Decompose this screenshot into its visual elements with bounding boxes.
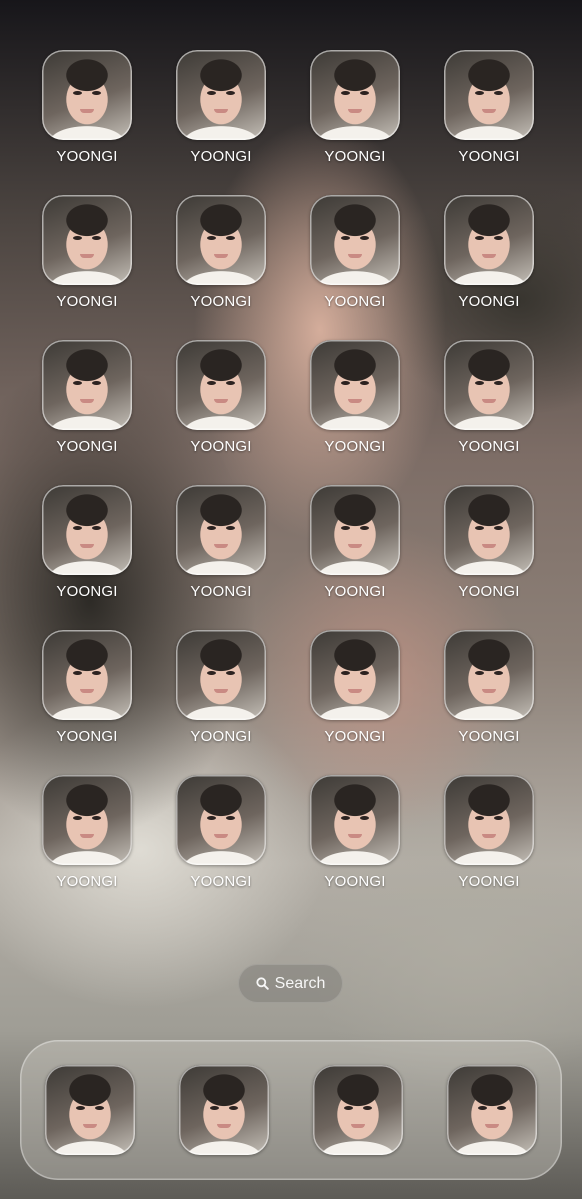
search-button[interactable]: Search [238, 964, 343, 1003]
app-label: YOONGI [458, 728, 520, 745]
app-yoongi-11[interactable]: YOONGI [288, 340, 422, 485]
app-yoongi-13[interactable]: YOONGI [20, 485, 154, 630]
magnifier-icon [256, 977, 269, 990]
yoongi-photo-icon[interactable] [310, 50, 400, 140]
yoongi-photo-icon[interactable] [176, 50, 266, 140]
app-yoongi-2[interactable]: YOONGI [154, 50, 288, 195]
yoongi-photo-icon[interactable] [444, 340, 534, 430]
yoongi-photo-icon[interactable] [444, 195, 534, 285]
app-yoongi-20[interactable]: YOONGI [422, 630, 556, 775]
yoongi-photo-icon[interactable] [176, 485, 266, 575]
app-label: YOONGI [190, 438, 252, 455]
yoongi-photo-icon[interactable] [176, 775, 266, 865]
yoongi-photo-icon[interactable] [179, 1065, 269, 1155]
app-label: YOONGI [56, 873, 118, 890]
app-label: YOONGI [190, 293, 252, 310]
home-screen: YOONGI YOONGI YOONGI YOONGI YOONGI YOONG… [0, 0, 582, 1199]
app-label: YOONGI [56, 583, 118, 600]
yoongi-photo-icon[interactable] [310, 195, 400, 285]
app-label: YOONGI [458, 293, 520, 310]
app-yoongi-24[interactable]: YOONGI [422, 775, 556, 920]
yoongi-photo-icon[interactable] [42, 775, 132, 865]
app-yoongi-18[interactable]: YOONGI [154, 630, 288, 775]
app-label: YOONGI [458, 873, 520, 890]
yoongi-photo-icon[interactable] [310, 630, 400, 720]
app-yoongi-23[interactable]: YOONGI [288, 775, 422, 920]
app-grid: YOONGI YOONGI YOONGI YOONGI YOONGI YOONG… [20, 50, 555, 920]
dock [20, 1040, 562, 1180]
app-label: YOONGI [324, 873, 386, 890]
app-label: YOONGI [458, 148, 520, 165]
yoongi-photo-icon[interactable] [310, 340, 400, 430]
yoongi-photo-icon[interactable] [42, 195, 132, 285]
app-label: YOONGI [324, 148, 386, 165]
yoongi-photo-icon[interactable] [444, 50, 534, 140]
search-label: Search [274, 974, 326, 992]
app-label: YOONGI [324, 728, 386, 745]
yoongi-photo-icon[interactable] [444, 485, 534, 575]
app-yoongi-4[interactable]: YOONGI [422, 50, 556, 195]
app-label: YOONGI [190, 583, 252, 600]
yoongi-photo-icon[interactable] [42, 50, 132, 140]
app-label: YOONGI [458, 438, 520, 455]
app-yoongi-16[interactable]: YOONGI [422, 485, 556, 630]
app-yoongi-3[interactable]: YOONGI [288, 50, 422, 195]
app-yoongi-15[interactable]: YOONGI [288, 485, 422, 630]
yoongi-photo-icon[interactable] [42, 630, 132, 720]
app-label: YOONGI [324, 438, 386, 455]
app-yoongi-14[interactable]: YOONGI [154, 485, 288, 630]
yoongi-photo-icon[interactable] [310, 485, 400, 575]
app-label: YOONGI [56, 438, 118, 455]
app-yoongi-9[interactable]: YOONGI [20, 340, 154, 485]
app-yoongi-10[interactable]: YOONGI [154, 340, 288, 485]
yoongi-photo-icon[interactable] [42, 340, 132, 430]
yoongi-photo-icon[interactable] [444, 775, 534, 865]
app-label: YOONGI [56, 293, 118, 310]
app-label: YOONGI [324, 293, 386, 310]
app-yoongi-12[interactable]: YOONGI [422, 340, 556, 485]
app-yoongi-7[interactable]: YOONGI [288, 195, 422, 340]
yoongi-photo-icon[interactable] [45, 1065, 135, 1155]
yoongi-photo-icon[interactable] [447, 1065, 537, 1155]
app-label: YOONGI [56, 728, 118, 745]
yoongi-photo-icon[interactable] [42, 485, 132, 575]
yoongi-photo-icon[interactable] [444, 630, 534, 720]
app-yoongi-5[interactable]: YOONGI [20, 195, 154, 340]
app-yoongi-22[interactable]: YOONGI [154, 775, 288, 920]
yoongi-photo-icon[interactable] [176, 340, 266, 430]
app-yoongi-19[interactable]: YOONGI [288, 630, 422, 775]
app-label: YOONGI [190, 148, 252, 165]
app-label: YOONGI [458, 583, 520, 600]
app-label: YOONGI [190, 728, 252, 745]
app-yoongi-6[interactable]: YOONGI [154, 195, 288, 340]
app-yoongi-1[interactable]: YOONGI [20, 50, 154, 195]
app-yoongi-8[interactable]: YOONGI [422, 195, 556, 340]
yoongi-photo-icon[interactable] [176, 630, 266, 720]
app-label: YOONGI [56, 148, 118, 165]
app-yoongi-21[interactable]: YOONGI [20, 775, 154, 920]
yoongi-photo-icon[interactable] [176, 195, 266, 285]
app-label: YOONGI [190, 873, 252, 890]
yoongi-photo-icon[interactable] [310, 775, 400, 865]
app-label: YOONGI [324, 583, 386, 600]
app-yoongi-17[interactable]: YOONGI [20, 630, 154, 775]
yoongi-photo-icon[interactable] [313, 1065, 403, 1155]
